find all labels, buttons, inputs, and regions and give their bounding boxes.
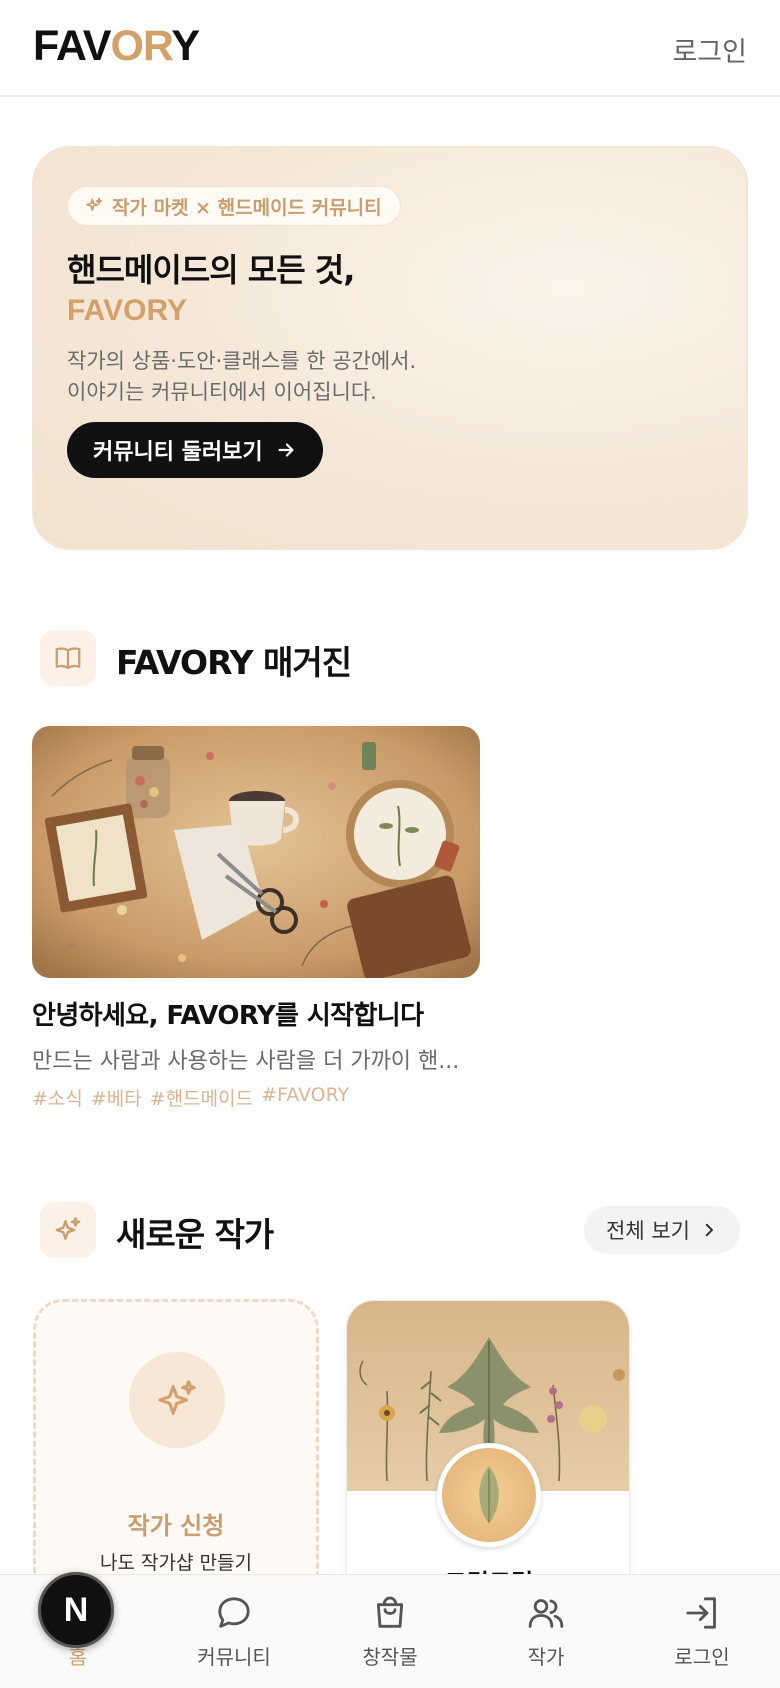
app-header: FAVORY 로그인 <box>0 0 780 97</box>
see-all-label: 전체 보기 <box>606 1219 690 1243</box>
sparkle-icon <box>158 1380 196 1415</box>
new-artists-section-title: 새로운 작가 <box>116 1215 274 1254</box>
shopping-bag-icon <box>376 1596 404 1628</box>
logo-text-prefix: FAV <box>33 22 111 70</box>
tag[interactable]: #핸드메이드 <box>150 1084 253 1111</box>
sparkle-icon <box>55 1217 81 1240</box>
favory-logo[interactable]: FAVORY <box>33 22 200 71</box>
login-icon <box>686 1597 716 1629</box>
hero-description-line-1: 작가의 상품·도안·클래스를 한 공간에서. <box>67 349 417 373</box>
header-login-link[interactable]: 로그인 <box>672 30 747 69</box>
hero-description: 작가의 상품·도안·클래스를 한 공간에서. 이야기는 커뮤니티에서 이어집니다… <box>67 346 416 408</box>
new-artists-section-icon <box>40 1202 96 1258</box>
nav-item-community[interactable]: 커뮤니티 <box>156 1575 312 1688</box>
artist-avatar <box>437 1443 541 1547</box>
magazine-card-tags: #소식 #베타 #핸드메이드 #FAVORY <box>32 1084 349 1111</box>
bottom-navigation: 홈 커뮤니티 창작물 작가 로그인 <box>0 1574 780 1688</box>
tag[interactable]: #소식 <box>32 1084 83 1111</box>
hero-description-line-2: 이야기는 커뮤니티에서 이어집니다. <box>67 380 377 404</box>
hero-brand: FAVORY <box>67 294 188 327</box>
tag[interactable]: #베타 <box>91 1084 142 1111</box>
logo-text-suffix: Y <box>171 22 200 70</box>
nav-label-creations: 창작물 <box>362 1645 418 1669</box>
browse-community-label: 커뮤니티 둘러보기 <box>93 440 263 465</box>
magazine-card-summary: 만드는 사람과 사용하는 사람을 더 가까이 핸... <box>32 1049 460 1074</box>
nav-item-creations[interactable]: 창작물 <box>312 1575 468 1688</box>
sparkle-icon <box>86 197 103 211</box>
open-book-icon <box>55 647 81 670</box>
nav-item-login[interactable]: 로그인 <box>624 1575 780 1688</box>
magazine-section-title: FAVORY 매거진 <box>116 643 352 682</box>
leaf-icon <box>479 1466 499 1524</box>
hero-banner: 작가 마켓 × 핸드메이드 커뮤니티 핸드메이드의 모든 것, FAVORY 작… <box>32 146 748 550</box>
crafts-flatlay-photo <box>32 726 480 978</box>
magazine-card-title[interactable]: 안녕하세요, FAVORY를 시작합니다 <box>32 995 424 1032</box>
chevron-right-icon <box>705 1223 713 1237</box>
artist-apply-subtitle: 나도 작가샵 만들기 <box>100 1552 252 1574</box>
apply-icon-circle <box>129 1352 225 1448</box>
users-icon <box>528 1599 564 1628</box>
magazine-section-icon <box>40 630 96 686</box>
artist-apply-title: 작가 신청 <box>127 1512 225 1540</box>
nav-label-artists: 작가 <box>527 1645 565 1669</box>
hero-pill-badge: 작가 마켓 × 핸드메이드 커뮤니티 <box>67 186 401 226</box>
chat-bubble-icon <box>218 1597 250 1628</box>
nav-item-artists[interactable]: 작가 <box>468 1575 624 1688</box>
browse-community-button[interactable]: 커뮤니티 둘러보기 <box>67 422 323 478</box>
logo-text-accent: OR <box>110 22 172 70</box>
see-all-artists-button[interactable]: 전체 보기 <box>584 1206 740 1254</box>
arrow-right-icon <box>278 443 294 457</box>
hero-pill-label: 작가 마켓 × 핸드메이드 커뮤니티 <box>112 196 382 219</box>
hero-title: 핸드메이드의 모든 것, <box>67 251 355 289</box>
nav-label-login: 로그인 <box>674 1645 730 1669</box>
n-badge-button[interactable]: N <box>38 1572 114 1648</box>
tag[interactable]: #FAVORY <box>261 1084 349 1111</box>
magazine-card-image[interactable] <box>32 726 480 978</box>
nav-label-community: 커뮤니티 <box>197 1645 271 1669</box>
